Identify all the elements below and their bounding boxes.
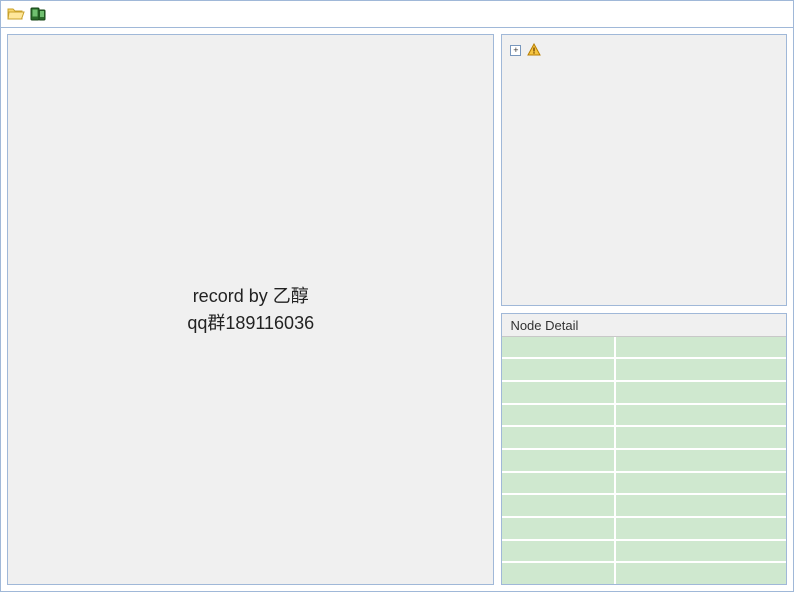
detail-key-cell [502,450,615,471]
tree-root-row[interactable]: + [510,41,778,59]
detail-key-cell [502,541,615,562]
detail-key-cell [502,337,615,358]
detail-key-cell [502,563,615,584]
detail-value-cell [616,518,786,539]
detail-value-cell [616,427,786,448]
right-column: + Node Detail [501,34,787,585]
node-detail-title: Node Detail [502,314,786,337]
detail-value-cell [616,359,786,380]
table-row[interactable] [502,563,786,584]
detail-value-cell [616,541,786,562]
table-row[interactable] [502,427,786,450]
preview-panel: record by 乙醇 qq群189116036 [7,34,494,585]
detail-value-cell [616,473,786,494]
detail-value-cell [616,450,786,471]
watermark-line2: qq群189116036 [187,310,314,337]
table-row[interactable] [502,518,786,541]
device-icon[interactable] [29,5,47,23]
detail-value-cell [616,563,786,584]
detail-value-cell [616,495,786,516]
watermark-line1: record by 乙醇 [187,283,314,310]
warning-icon [527,43,541,57]
detail-key-cell [502,473,615,494]
table-row[interactable] [502,382,786,405]
open-folder-icon[interactable] [7,5,25,23]
detail-key-cell [502,518,615,539]
toolbar [1,1,793,27]
table-row[interactable] [502,473,786,496]
table-row[interactable] [502,359,786,382]
detail-value-cell [616,405,786,426]
detail-value-cell [616,337,786,358]
detail-key-cell [502,495,615,516]
table-row[interactable] [502,495,786,518]
detail-key-cell [502,405,615,426]
detail-key-cell [502,382,615,403]
watermark-text: record by 乙醇 qq群189116036 [187,283,314,337]
table-row[interactable] [502,541,786,564]
expand-icon[interactable]: + [510,45,521,56]
detail-key-cell [502,427,615,448]
app-window: record by 乙醇 qq群189116036 + [0,0,794,592]
detail-value-cell [616,382,786,403]
detail-key-cell [502,359,615,380]
node-detail-grid [502,337,786,584]
table-row[interactable] [502,337,786,360]
tree-panel: + [501,34,787,306]
table-row[interactable] [502,450,786,473]
content-area: record by 乙醇 qq群189116036 + [1,27,793,591]
node-detail-panel: Node Detail [501,313,787,585]
table-row[interactable] [502,405,786,428]
